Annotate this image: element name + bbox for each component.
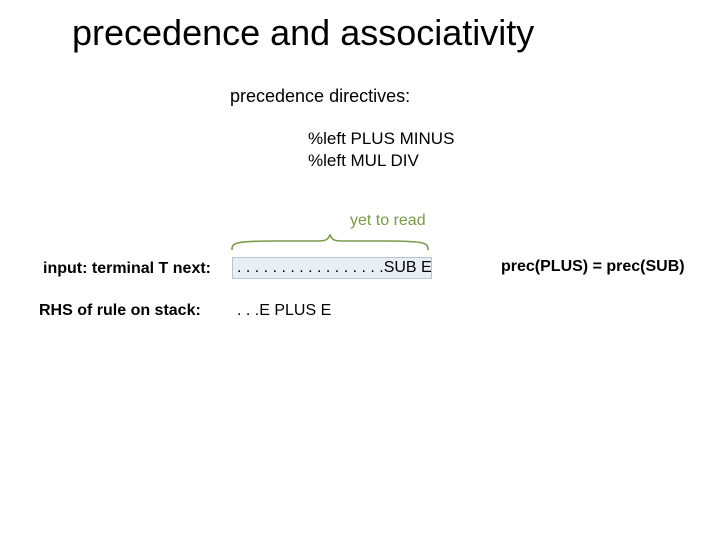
precedence-equation: prec(PLUS) = prec(SUB) xyxy=(501,258,685,276)
input-terminal-label: input: terminal T next: xyxy=(43,260,211,278)
precedence-directives-code: %left PLUS MINUS %left MUL DIV xyxy=(308,128,454,172)
input-terminal-value: . . . . . . . . . . . . . . . . .SUB E xyxy=(237,259,432,277)
curly-brace-icon xyxy=(230,234,430,252)
rhs-stack-value: . . .E PLUS E xyxy=(237,302,331,320)
slide-title: precedence and associativity xyxy=(72,12,534,54)
precedence-directives-label: precedence directives: xyxy=(230,86,410,107)
yet-to-read-label: yet to read xyxy=(350,212,426,230)
rhs-stack-label: RHS of rule on stack: xyxy=(39,302,201,320)
